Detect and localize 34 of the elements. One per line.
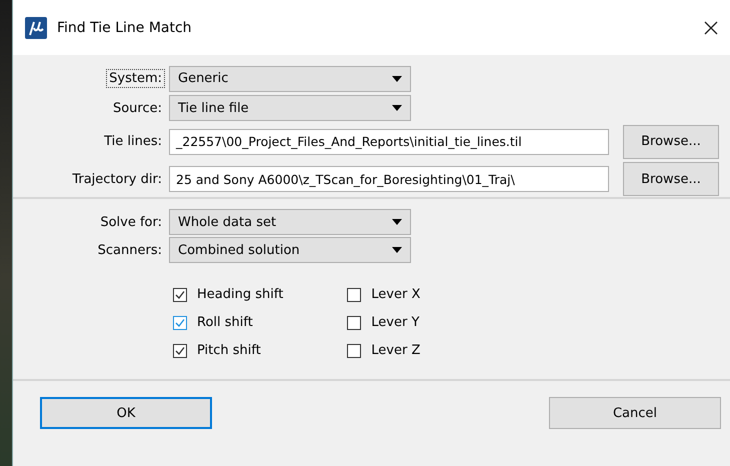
dialog-button[interactable]: Cancel [549, 397, 721, 429]
checkbox[interactable] [173, 316, 187, 330]
checkbox-label: Lever Y [371, 315, 420, 330]
field-label: Source: [112, 100, 163, 118]
dropdown-arrow-icon [392, 76, 402, 82]
dropdown[interactable]: Whole data set [169, 209, 411, 235]
checkbox[interactable] [347, 316, 362, 330]
checkbox[interactable] [173, 288, 187, 302]
browse-button[interactable]: Browse... [623, 124, 719, 159]
browse-button[interactable]: Browse... [623, 162, 719, 196]
path-field[interactable]: 25 and Sony A6000\z_TScan_for_Boresighting\01_Traj\ [169, 166, 609, 192]
field-label: Tie lines: [103, 133, 163, 152]
field-label: Trajectory dir: [71, 170, 163, 189]
dropdown[interactable]: Tie line file [169, 95, 411, 122]
checkbox[interactable] [347, 288, 362, 302]
path-field[interactable]: _22557\00_Project_Files_And_Reports\initial_tie_lines.til [169, 128, 609, 155]
checkbox[interactable] [347, 344, 362, 358]
checkbox-label: Heading shift [197, 287, 284, 302]
dropdown-arrow-icon [392, 247, 402, 253]
dropdown[interactable]: Generic [169, 66, 411, 92]
window-title: Find Tie Line Match [57, 20, 193, 36]
dialog-button[interactable]: OK [40, 397, 212, 429]
app-icon [25, 16, 47, 38]
field-label: Solve for: [99, 214, 163, 232]
checkbox[interactable] [173, 344, 187, 358]
field-label: System: [106, 69, 165, 88]
checkbox-label: Lever X [371, 287, 420, 302]
checkbox-label: Roll shift [197, 315, 253, 330]
checkbox-label: Lever Z [371, 343, 420, 358]
dropdown[interactable]: Combined solution [169, 237, 411, 263]
dropdown-arrow-icon [392, 219, 402, 225]
field-label: Scanners: [96, 242, 163, 260]
dropdown-arrow-icon [392, 105, 402, 112]
checkbox-label: Pitch shift [197, 343, 261, 358]
